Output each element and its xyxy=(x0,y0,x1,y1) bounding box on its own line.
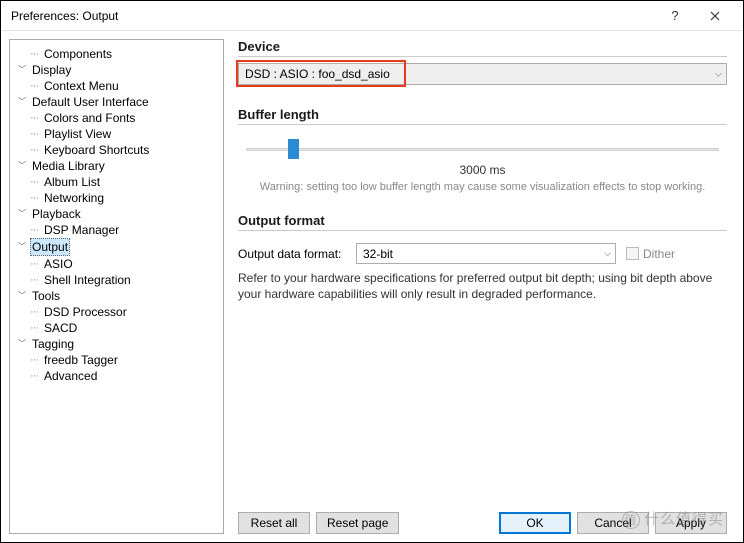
tree-item-asio[interactable]: ASIO xyxy=(42,256,75,272)
apply-button[interactable]: Apply xyxy=(655,512,727,534)
output-format-heading: Output format xyxy=(238,213,727,231)
tree-item-output[interactable]: Output xyxy=(30,238,70,256)
tree-item-components[interactable]: Components xyxy=(42,46,114,62)
tree-item-context-menu[interactable]: Context Menu xyxy=(42,78,121,94)
main-panel: Device DSD : ASIO : foo_dsd_asio ⌵ Buffe… xyxy=(224,31,743,542)
buffer-value: 3000 ms xyxy=(246,163,719,177)
cancel-button[interactable]: Cancel xyxy=(577,512,649,534)
close-icon xyxy=(710,11,720,21)
tree-item-display[interactable]: Display xyxy=(30,62,73,78)
tree-item-playlist-view[interactable]: Playlist View xyxy=(42,126,113,142)
slider-thumb[interactable] xyxy=(288,139,299,159)
buffer-slider[interactable] xyxy=(246,139,719,159)
dither-checkbox[interactable]: Dither xyxy=(626,247,675,261)
preferences-tree[interactable]: ···Components ﹀Display ···Context Menu ﹀… xyxy=(9,39,224,534)
output-format-dropdown[interactable]: 32-bit ⌵ xyxy=(356,243,616,264)
tree-item-networking[interactable]: Networking xyxy=(42,190,106,206)
chevron-down-icon[interactable]: ﹀ xyxy=(16,338,28,350)
tree-item-freedb-tagger[interactable]: freedb Tagger xyxy=(42,352,120,368)
dialog-footer: Reset all Reset page OK Cancel Apply xyxy=(238,506,727,534)
chevron-down-icon[interactable]: ﹀ xyxy=(16,160,28,172)
window-title: Preferences: Output xyxy=(11,9,655,23)
reset-page-button[interactable]: Reset page xyxy=(316,512,399,534)
checkbox-icon xyxy=(626,247,639,260)
dither-label: Dither xyxy=(643,247,675,261)
tree-item-keyboard-shortcuts[interactable]: Keyboard Shortcuts xyxy=(42,142,151,158)
device-selected-value: DSD : ASIO : foo_dsd_asio xyxy=(245,67,390,81)
device-dropdown[interactable]: DSD : ASIO : foo_dsd_asio ⌵ xyxy=(238,63,727,85)
ok-button[interactable]: OK xyxy=(499,512,571,534)
tree-item-default-ui[interactable]: Default User Interface xyxy=(30,94,151,110)
chevron-down-icon[interactable]: ﹀ xyxy=(16,241,28,253)
tree-item-dsp-manager[interactable]: DSP Manager xyxy=(42,222,121,238)
chevron-down-icon[interactable]: ﹀ xyxy=(16,290,28,302)
tree-item-album-list[interactable]: Album List xyxy=(42,174,102,190)
tree-item-sacd[interactable]: SACD xyxy=(42,320,79,336)
output-format-label: Output data format: xyxy=(238,247,346,261)
chevron-down-icon: ⌵ xyxy=(604,248,611,259)
tree-item-media-library[interactable]: Media Library xyxy=(30,158,107,174)
close-button[interactable] xyxy=(695,1,735,31)
buffer-heading: Buffer length xyxy=(238,107,727,125)
tree-item-tools[interactable]: Tools xyxy=(30,288,62,304)
tree-item-tagging[interactable]: Tagging xyxy=(30,336,76,352)
chevron-down-icon: ⌵ xyxy=(715,69,722,80)
device-heading: Device xyxy=(238,39,727,57)
help-button[interactable]: ? xyxy=(655,1,695,31)
tree-item-colors-fonts[interactable]: Colors and Fonts xyxy=(42,110,137,126)
tree-item-dsd-processor[interactable]: DSD Processor xyxy=(42,304,129,320)
reset-all-button[interactable]: Reset all xyxy=(238,512,310,534)
chevron-down-icon[interactable]: ﹀ xyxy=(16,64,28,76)
slider-track xyxy=(246,148,719,151)
chevron-down-icon[interactable]: ﹀ xyxy=(16,208,28,220)
output-format-value: 32-bit xyxy=(363,247,393,261)
output-format-help: Refer to your hardware specifications fo… xyxy=(238,270,727,302)
tree-dots-icon: ··· xyxy=(30,46,38,62)
buffer-warning: Warning: setting too low buffer length m… xyxy=(246,181,719,193)
tree-item-playback[interactable]: Playback xyxy=(30,206,83,222)
tree-item-advanced[interactable]: Advanced xyxy=(42,368,99,384)
titlebar: Preferences: Output ? xyxy=(1,1,743,31)
tree-item-shell-integration[interactable]: Shell Integration xyxy=(42,272,133,288)
chevron-down-icon[interactable]: ﹀ xyxy=(16,96,28,108)
